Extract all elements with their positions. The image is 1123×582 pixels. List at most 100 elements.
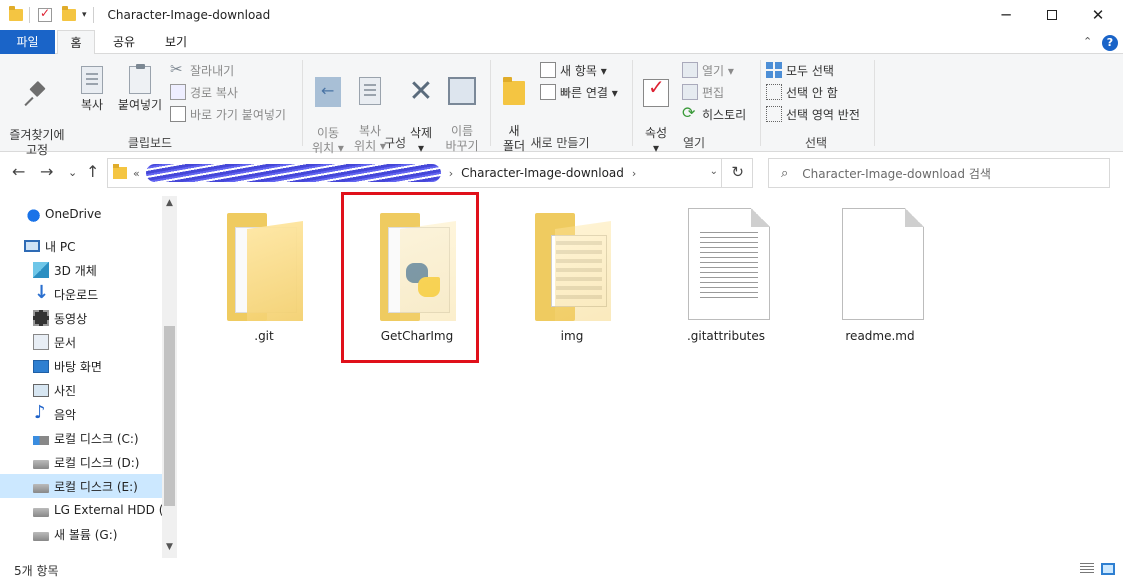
sidebar-item-label: 동영상 — [54, 311, 88, 326]
search-box[interactable]: ⌕ Character-Image-download 검색 — [768, 158, 1110, 188]
minimize-button[interactable]: ─ — [983, 0, 1029, 30]
divider — [760, 60, 761, 146]
new-item-button[interactable]: 새 항목 ▾ — [540, 60, 607, 80]
group-label-open: 열기 — [682, 136, 706, 150]
folder-icon — [113, 164, 127, 179]
sidebar-scrollbar[interactable]: ▲ ▼ — [162, 196, 177, 558]
divider — [29, 7, 30, 23]
ribbon: 즐겨찾기에 고정 복사 붙여넣기 잘라내기 경로 복사 바로 가기 붙여넣기 클… — [0, 54, 1123, 157]
file-item[interactable]: .git — [204, 208, 324, 353]
rename-button[interactable]: 이름 바꾸기 — [442, 62, 482, 154]
pin-label: 즐겨찾기에 고정 — [9, 128, 65, 157]
select-none-button[interactable]: 선택 안 함 — [766, 82, 838, 102]
breadcrumb-current[interactable]: Character-Image-download — [461, 166, 624, 180]
invert-selection-button[interactable]: 선택 영역 반전 — [766, 104, 860, 124]
scroll-down-button[interactable]: ▼ — [162, 542, 177, 552]
folder-icon — [225, 213, 303, 321]
file-item[interactable]: img — [512, 208, 632, 353]
sidebar-item-pictures[interactable]: 사진 — [0, 378, 162, 402]
sidebar-item-this-pc[interactable]: 내 PC — [0, 234, 162, 258]
sidebar-item-desktop[interactable]: 바탕 화면 — [0, 354, 162, 378]
maximize-icon — [1047, 10, 1057, 20]
status-item-count: 5개 항목 — [14, 564, 59, 578]
select-all-button[interactable]: 모두 선택 — [766, 60, 834, 80]
divider — [874, 60, 875, 146]
cut-button[interactable]: 잘라내기 — [170, 60, 234, 80]
move-to-button[interactable]: 이동 위치 ▾ — [308, 62, 348, 156]
sidebar-item-label: 3D 개체 — [54, 263, 97, 278]
help-icon[interactable]: ? — [1102, 35, 1118, 51]
new-folder-quick-icon[interactable] — [62, 6, 76, 21]
tab-view[interactable]: 보기 — [152, 30, 200, 54]
select-none-icon — [766, 84, 782, 100]
open-icon — [682, 62, 698, 78]
sidebar-item-videos[interactable]: 동영상 — [0, 306, 162, 330]
new-item-label: 새 항목 ▾ — [560, 63, 607, 78]
copy-path-button[interactable]: 경로 복사 — [170, 82, 238, 102]
sidebar-item-label: OneDrive — [45, 207, 102, 221]
details-view-icon[interactable] — [1080, 563, 1094, 575]
properties-label: 속성 ▾ — [644, 126, 668, 155]
address-overflow[interactable]: « — [133, 167, 140, 180]
history-button[interactable]: 히스토리 — [682, 103, 747, 124]
properties-quick-icon[interactable] — [38, 6, 52, 22]
breadcrumb-separator[interactable]: › — [449, 167, 453, 180]
breadcrumb-separator[interactable]: › — [632, 167, 636, 180]
collapse-ribbon-icon[interactable]: ⌃ — [1083, 35, 1092, 48]
drive-icon — [33, 459, 49, 469]
history-label: 히스토리 — [702, 107, 747, 122]
large-icons-view-icon[interactable] — [1101, 563, 1115, 575]
paste-button[interactable]: 붙여넣기 — [114, 64, 166, 113]
sidebar-item-3d-objects[interactable]: 3D 개체 — [0, 258, 162, 282]
group-label-new: 새로 만들기 — [530, 136, 590, 150]
sidebar-item-documents[interactable]: 문서 — [0, 330, 162, 354]
copy-button[interactable]: 복사 — [72, 66, 112, 113]
sidebar-item-drive-g[interactable]: 새 볼륨 (G:) — [0, 522, 162, 546]
back-button[interactable]: ← — [12, 162, 25, 181]
properties-button[interactable]: 속성 ▾ — [638, 64, 674, 156]
page-fold-icon — [905, 208, 924, 227]
customize-quick-access-icon[interactable]: ▾ — [82, 10, 87, 20]
image-folder-icon — [533, 213, 611, 321]
easy-access-button[interactable]: 빠른 연결 ▾ — [540, 82, 618, 102]
address-bar[interactable]: « › Character-Image-download › ⌄ ↻ — [107, 158, 753, 188]
paste-icon — [129, 64, 151, 94]
tab-home[interactable]: 홈 — [57, 30, 95, 55]
close-button[interactable]: ✕ — [1075, 0, 1121, 30]
edit-button[interactable]: 편집 — [682, 82, 724, 102]
maximize-button[interactable] — [1029, 0, 1075, 30]
scrollbar-thumb[interactable] — [164, 326, 175, 506]
pin-to-quick-access-button[interactable]: 즐겨찾기에 고정 — [4, 66, 70, 158]
file-item[interactable]: .gitattributes — [666, 208, 786, 353]
up-button[interactable]: ↑ — [86, 162, 99, 181]
tab-share[interactable]: 공유 — [100, 30, 148, 54]
sidebar-item-music[interactable]: 음악 — [0, 402, 162, 426]
scissors-icon — [170, 60, 186, 78]
text-lines-icon — [700, 232, 758, 302]
sidebar-item-onedrive[interactable]: OneDrive — [0, 202, 162, 226]
search-icon: ⌕ — [781, 165, 789, 181]
sidebar-item-label: 로컬 디스크 (C:) — [54, 431, 139, 446]
recent-locations-button[interactable]: ⌄ — [68, 166, 77, 179]
sidebar-item-drive-c[interactable]: 로컬 디스크 (C:) — [0, 426, 162, 450]
move-to-label: 이동 위치 ▾ — [312, 126, 344, 155]
paste-shortcut-button[interactable]: 바로 가기 붙여넣기 — [170, 104, 286, 124]
divider — [302, 60, 303, 146]
invert-selection-label: 선택 영역 반전 — [786, 107, 860, 122]
open-button[interactable]: 열기 ▾ — [682, 60, 734, 80]
refresh-button[interactable]: ↻ — [731, 163, 744, 181]
address-dropdown[interactable]: ⌄ — [710, 166, 718, 177]
tab-file[interactable]: 파일 — [0, 30, 55, 54]
sidebar-item-drive-f[interactable]: LG External HDD (F: — [0, 498, 162, 522]
properties-icon — [643, 79, 669, 107]
forward-button[interactable]: → — [40, 162, 53, 181]
file-item[interactable]: readme.md — [820, 208, 940, 353]
sidebar-item-downloads[interactable]: 다운로드 — [0, 282, 162, 306]
move-to-icon — [315, 77, 341, 107]
pictures-icon — [33, 383, 49, 397]
sidebar-item-drive-d[interactable]: 로컬 디스크 (D:) — [0, 450, 162, 474]
drive-icon — [33, 483, 49, 493]
easy-access-label: 빠른 연결 ▾ — [560, 85, 618, 100]
scroll-up-button[interactable]: ▲ — [162, 198, 177, 208]
sidebar-item-drive-e[interactable]: 로컬 디스크 (E:) — [0, 474, 162, 498]
